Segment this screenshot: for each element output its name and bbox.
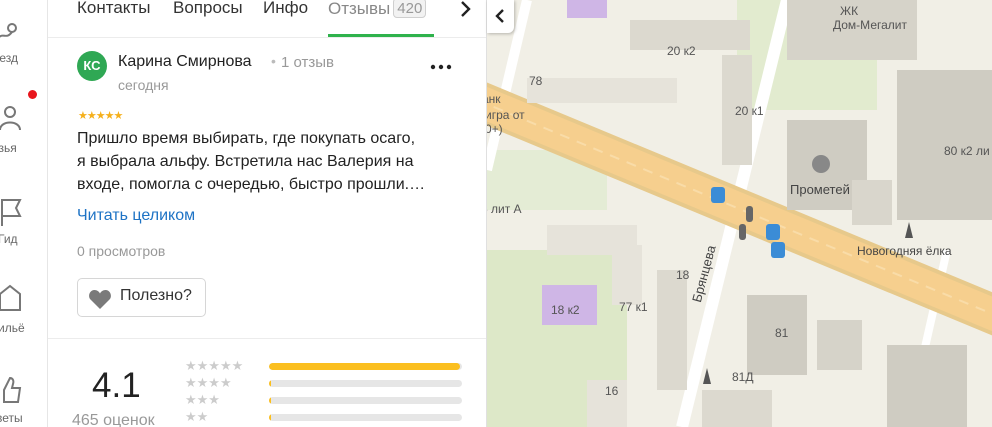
map-view[interactable]: ЖК Дом-Мегалит 20 к2 78 анк игра от 0+) … — [487, 0, 992, 427]
useful-button[interactable]: Полезно? — [77, 278, 206, 317]
map-label-igra: игра от — [487, 108, 525, 122]
rail-label-tips: веты — [0, 411, 23, 425]
review-text-line: входе, помогла с очередью, быстро прошли… — [77, 176, 426, 193]
rating-bar-fill — [269, 380, 271, 387]
friends-icon — [0, 106, 21, 131]
rating-bar-track — [269, 363, 462, 370]
read-more-link[interactable]: Читать целиком — [77, 207, 195, 225]
rating-row-5: ★★★★★ — [185, 358, 475, 374]
rating-row-3: ★★★ — [185, 392, 475, 408]
map-label-bank: анк — [487, 92, 501, 106]
avatar[interactable]: КС — [77, 51, 107, 81]
thumbs-up-icon — [3, 376, 22, 403]
tab-reviews-label: Отзывы — [328, 0, 391, 18]
map-label-novogodnyaya: Новогодняя ёлка — [857, 244, 952, 258]
star-row-5: ★★★★★ — [185, 358, 244, 373]
review-text: Пришло время выбирать, где покупать осаг… — [77, 127, 467, 196]
left-nav-rail: роезд рузья Гид ильё веты — [0, 0, 48, 427]
rating-bar-track — [269, 414, 462, 421]
star-row-3: ★★★ — [185, 392, 220, 407]
rail-label-guide: Гид — [0, 232, 18, 246]
route-icon — [0, 23, 17, 38]
reviews-count-badge: 420 — [393, 0, 427, 18]
map-label-18: 18 — [676, 268, 690, 282]
map-label-20k2: 20 к2 — [667, 44, 696, 58]
rating-bar-fill — [269, 363, 461, 370]
average-rating: 4.1 — [92, 366, 141, 405]
reviews-panel: Контакты Вопросы Инфо Отзывы 420 КС Карин… — [48, 0, 487, 427]
guide-icon — [1, 199, 22, 226]
review-date: сегодня — [118, 77, 169, 93]
more-options-icon[interactable] — [428, 60, 454, 74]
tab-info[interactable]: Инфо — [263, 0, 308, 18]
map-label-77k1: 77 к1 — [619, 300, 648, 314]
useful-button-label: Полезно? — [120, 287, 192, 304]
map-label-5-lit-a: 5 лит А — [487, 202, 522, 216]
rating-bar-fill — [269, 397, 271, 404]
star-row-2: ★★ — [185, 409, 209, 424]
map-label-dom-megalit: Дом-Мегалит — [833, 18, 907, 32]
chevron-left-icon — [495, 9, 504, 23]
author-review-count: 1 отзыв — [281, 54, 335, 71]
tab-reviews[interactable]: Отзывы 420 — [328, 0, 427, 19]
review-star-rating: ★★★★★ — [78, 110, 123, 122]
map-label-16: 16 — [605, 384, 619, 398]
rating-bar-track — [269, 380, 462, 387]
heart-icon — [89, 290, 111, 309]
star-row-4: ★★★★ — [185, 375, 232, 390]
rating-row-2: ★★ — [185, 409, 475, 425]
views-count: 0 просмотров — [77, 243, 166, 259]
review-author[interactable]: Карина Смирнова — [118, 53, 252, 71]
housing-icon — [0, 284, 21, 311]
review-text-line: Пришло время выбирать, где покупать осаг… — [77, 130, 416, 147]
notification-dot — [28, 90, 37, 99]
rating-bar-fill — [269, 414, 271, 421]
map-label-80k2: 80 к2 ли — [944, 144, 990, 158]
active-tab-underline — [328, 34, 434, 37]
bullet-separator: • — [271, 53, 276, 69]
chevron-right-icon[interactable] — [451, 0, 479, 24]
tab-questions[interactable]: Вопросы — [173, 0, 243, 18]
rail-label-friends: рузья — [0, 141, 17, 155]
collapse-panel-button[interactable] — [487, 0, 514, 33]
rail-label-route: роезд — [0, 51, 18, 65]
review-text-line: я выбрала альфу. Встретила нас Валерия н… — [77, 153, 414, 170]
map-label-prometey: Прометей — [790, 182, 850, 197]
map-label-78: 78 — [529, 74, 543, 88]
ratings-count: 465 оценок — [72, 412, 155, 427]
map-label-81: 81 — [775, 326, 789, 340]
map-canvas[interactable] — [487, 0, 992, 427]
rating-bar-track — [269, 397, 462, 404]
rating-row-4: ★★★★ — [185, 375, 475, 391]
tab-contacts[interactable]: Контакты — [77, 0, 150, 18]
divider — [48, 338, 486, 339]
map-label-18k2: 18 к2 — [551, 303, 580, 317]
map-label-zero-plus: 0+) — [487, 122, 503, 136]
rail-label-housing: ильё — [0, 321, 25, 335]
map-label-20k1: 20 к1 — [735, 104, 764, 118]
map-label-zhk: ЖК — [840, 4, 859, 18]
tab-bar: Контакты Вопросы Инфо Отзывы 420 — [48, 0, 486, 38]
map-label-81d: 81Д — [732, 370, 754, 384]
